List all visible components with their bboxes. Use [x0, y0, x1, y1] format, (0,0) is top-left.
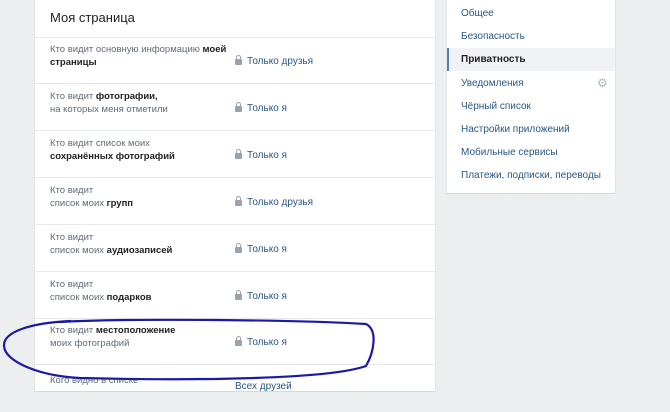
setting-row-saved-photos: Кто видит список моих сохранённых фотогр… [35, 132, 435, 178]
lock-icon [235, 55, 242, 65]
menu-item-notifications[interactable]: Уведомления ⚙ [447, 72, 615, 95]
setting-label: Кто видит местоположение моих фотографий [50, 325, 176, 349]
privacy-value-dropdown[interactable]: Только я [235, 319, 287, 365]
setting-label: Кого видно в списке [50, 375, 139, 386]
setting-row-photo-location: Кто видит местоположение моих фотографий… [35, 319, 435, 365]
lock-icon [235, 243, 242, 253]
setting-label: Кто видит основную информацию моей стран… [50, 44, 227, 68]
gear-icon[interactable]: ⚙ [597, 77, 609, 89]
menu-item-mobile-services[interactable]: Мобильные сервисы [447, 141, 615, 164]
setting-label: Кто видит список моих групп [50, 185, 134, 209]
menu-item-general[interactable]: Общее [447, 2, 615, 25]
menu-item-payments[interactable]: Платежи, подписки, переводы [447, 164, 615, 187]
setting-label: Кто видит список моих сохранённых фотогр… [50, 138, 175, 162]
lock-icon [235, 336, 242, 346]
setting-row-friends-list: Кого видно в списке Всех друзей [35, 366, 435, 412]
lock-icon [235, 102, 242, 112]
setting-row-audio: Кто видит список моих аудиозаписей Тольк… [35, 226, 435, 272]
menu-item-security[interactable]: Безопасность [447, 25, 615, 48]
settings-nav-menu: Общее Безопасность Приватность Уведомлен… [447, 0, 615, 193]
menu-item-app-settings[interactable]: Настройки приложений [447, 118, 615, 141]
privacy-value-dropdown[interactable]: Всех друзей [235, 363, 292, 409]
setting-row-gifts: Кто видит список моих подарков Только я [35, 273, 435, 319]
privacy-value-dropdown[interactable]: Только я [235, 226, 287, 272]
lock-icon [235, 149, 242, 159]
setting-row-basic-info: Кто видит основную информацию моей стран… [35, 38, 435, 84]
section-title: Моя страница [35, 0, 435, 38]
menu-item-blacklist[interactable]: Чёрный список [447, 95, 615, 118]
privacy-value-dropdown[interactable]: Только я [235, 273, 287, 319]
menu-item-privacy[interactable]: Приватность [447, 48, 615, 71]
privacy-value-dropdown[interactable]: Только друзья [235, 179, 313, 225]
lock-icon [235, 196, 242, 206]
privacy-value-dropdown[interactable]: Только я [235, 132, 287, 178]
privacy-settings-panel: Моя страница Кто видит основную информац… [35, 0, 435, 392]
setting-label: Кто видит список моих подарков [50, 279, 152, 303]
setting-label: Кто видит список моих аудиозаписей [50, 232, 173, 256]
privacy-value-dropdown[interactable]: Только друзья [235, 38, 313, 84]
lock-icon [235, 290, 242, 300]
setting-row-tagged-photos: Кто видит фотографии, на которых меня от… [35, 85, 435, 131]
setting-row-groups: Кто видит список моих групп Только друзь… [35, 179, 435, 225]
setting-label: Кто видит фотографии, на которых меня от… [50, 91, 168, 115]
privacy-value-dropdown[interactable]: Только я [235, 85, 287, 131]
